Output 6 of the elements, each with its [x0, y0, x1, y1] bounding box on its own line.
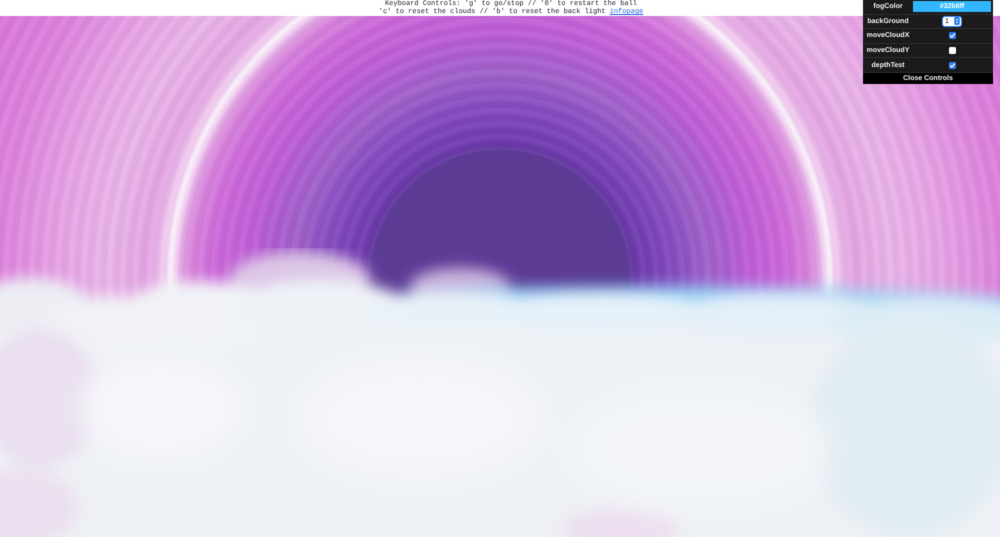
checkbox[interactable] [948, 62, 956, 69]
checkmark-icon [948, 62, 956, 69]
checkmark-icon [948, 32, 956, 40]
checkbox[interactable] [948, 32, 956, 40]
checkbox[interactable] [948, 47, 956, 54]
stepper-icon[interactable] [954, 17, 960, 26]
